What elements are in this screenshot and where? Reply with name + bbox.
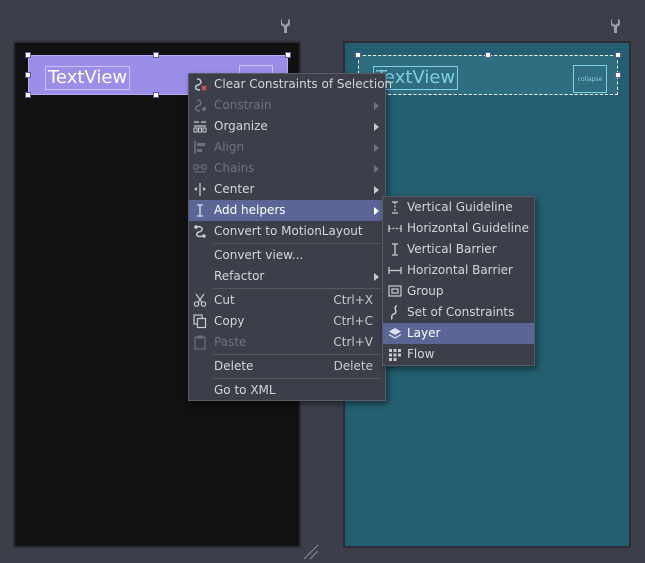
clear-constraints-icon: [194, 78, 207, 91]
submenu-item-set-of-constraints[interactable]: Set of Constraints: [383, 302, 534, 323]
vertical-guideline-icon: [392, 201, 398, 214]
resize-handle[interactable]: [25, 92, 31, 98]
submenu-item-flow[interactable]: Flow: [383, 344, 534, 365]
resize-handle[interactable]: [25, 52, 31, 58]
group-icon: [388, 285, 402, 297]
menu-item-center[interactable]: Center: [189, 179, 385, 200]
submenu-item-group[interactable]: Group: [383, 281, 534, 302]
inner-view-box[interactable]: collapse: [573, 65, 607, 93]
wrench-icon[interactable]: [609, 18, 623, 34]
vertical-barrier-icon: [392, 243, 398, 256]
menu-item-go-to-xml[interactable]: Go to XML: [189, 380, 385, 401]
submenu-item-horizontal-barrier[interactable]: Horizontal Barrier: [383, 260, 534, 281]
resize-handle[interactable]: [485, 52, 491, 58]
menu-item-delete[interactable]: Delete Delete: [189, 356, 385, 377]
cut-icon: [193, 293, 207, 307]
chevron-right-icon: [374, 123, 379, 131]
chevron-right-icon: [374, 144, 379, 152]
motion-layout-icon: [194, 225, 206, 238]
constrain-icon: [194, 99, 206, 112]
resize-handle[interactable]: [153, 52, 159, 58]
chevron-right-icon: [374, 165, 379, 173]
menu-separator: [213, 243, 381, 244]
copy-icon: [193, 314, 207, 329]
paste-icon: [194, 335, 206, 350]
horizontal-guideline-icon: [388, 225, 402, 232]
menu-item-cut[interactable]: Cut Ctrl+X: [189, 290, 385, 311]
flow-icon: [389, 349, 401, 361]
set-of-constraints-icon: [390, 305, 398, 320]
submenu-item-vertical-barrier[interactable]: Vertical Barrier: [383, 239, 534, 260]
add-helpers-icon: [197, 204, 203, 217]
layer-icon: [388, 328, 402, 339]
menu-item-add-helpers[interactable]: Add helpers: [189, 200, 385, 221]
menu-separator: [213, 288, 381, 289]
resize-handle[interactable]: [615, 72, 621, 78]
resize-handle[interactable]: [25, 72, 31, 78]
horizontal-barrier-icon: [388, 267, 402, 274]
menu-item-convert-motionlayout[interactable]: Convert to MotionLayout: [189, 221, 385, 242]
resize-handle[interactable]: [615, 52, 621, 58]
menu-separator: [213, 354, 381, 355]
menu-item-refactor[interactable]: Refactor: [189, 266, 385, 287]
center-icon: [194, 183, 206, 196]
menu-item-paste[interactable]: Paste Ctrl+V: [189, 332, 385, 353]
chevron-right-icon: [374, 102, 379, 110]
selected-textview-blueprint[interactable]: TextView collapse: [355, 52, 621, 95]
menu-item-constrain[interactable]: Constrain: [189, 95, 385, 116]
inner-view-label: collapse: [577, 76, 603, 83]
wrench-icon[interactable]: [279, 18, 293, 34]
chains-icon: [193, 164, 207, 173]
align-icon: [194, 141, 205, 154]
add-helpers-submenu: Vertical Guideline Horizontal Guideline …: [382, 196, 535, 366]
context-menu: Clear Constraints of Selection Constrain…: [188, 73, 392, 401]
menu-item-clear-constraints[interactable]: Clear Constraints of Selection: [189, 74, 392, 95]
resize-handle[interactable]: [355, 52, 361, 58]
submenu-item-layer[interactable]: Layer: [383, 323, 534, 344]
menu-item-organize[interactable]: Organize: [189, 116, 385, 137]
resize-grip-icon[interactable]: [302, 543, 320, 561]
menu-item-chains[interactable]: Chains: [189, 158, 385, 179]
organize-icon: [193, 121, 207, 133]
menu-item-convert-view[interactable]: Convert view...: [189, 245, 385, 266]
resize-handle[interactable]: [285, 52, 291, 58]
menu-item-align[interactable]: Align: [189, 137, 385, 158]
chevron-right-icon: [374, 207, 379, 215]
chevron-right-icon: [374, 186, 379, 194]
resize-handle[interactable]: [153, 92, 159, 98]
textview-label: TextView: [45, 66, 131, 90]
menu-item-copy[interactable]: Copy Ctrl+C: [189, 311, 385, 332]
submenu-item-vertical-guideline[interactable]: Vertical Guideline: [383, 197, 534, 218]
submenu-item-horizontal-guideline[interactable]: Horizontal Guideline: [383, 218, 534, 239]
chevron-right-icon: [374, 273, 379, 281]
menu-separator: [213, 378, 381, 379]
